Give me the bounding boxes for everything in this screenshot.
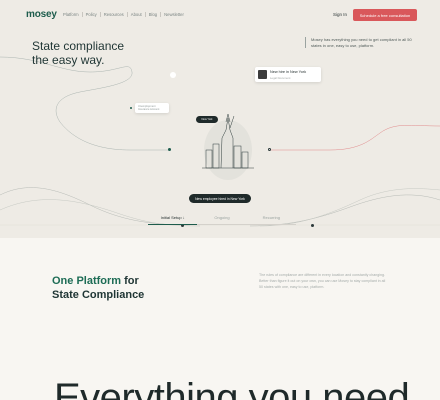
nav-link-blog[interactable]: Blog xyxy=(144,12,160,17)
big-heading: Everything you need xyxy=(54,376,410,400)
section-description: The rules of compliance are different in… xyxy=(259,273,386,289)
section-title: One Platform for State Compliance xyxy=(52,274,144,302)
location-tooltip: New York xyxy=(196,116,218,123)
path-dot-icon xyxy=(268,148,271,151)
headline-line-2: the easy way. xyxy=(32,53,105,67)
hero-section: mosey Platform Policy Resources About Bl… xyxy=(0,0,440,238)
tab-ongoing[interactable]: Ongoing xyxy=(197,213,247,225)
nav-link-about[interactable]: About xyxy=(126,12,145,17)
task-card: Unemployment Insurance Account xyxy=(135,103,169,113)
tab-label: Initial Setup xyxy=(160,215,182,220)
statue-illustration xyxy=(202,113,254,180)
tab-recurring[interactable]: Recurring xyxy=(246,213,296,225)
nav-link-resources[interactable]: Resources xyxy=(99,12,127,17)
nav-link-policy[interactable]: Policy xyxy=(81,12,100,17)
event-pill: New employee hired in New York xyxy=(189,194,251,203)
notification-subtitle: Legal Document xyxy=(270,76,291,80)
headline-line-1: State compliance xyxy=(32,39,125,53)
sign-in-link[interactable]: Sign In xyxy=(333,12,347,17)
path-dot-icon xyxy=(168,148,171,151)
section-title-line-2: State Compliance xyxy=(52,289,145,301)
nav-links: Platform Policy Resources About Blog New… xyxy=(60,12,187,17)
process-tabs: Initial Setup ↓ Ongoing Recurring xyxy=(148,213,296,225)
chevron-down-icon: ↓ xyxy=(182,215,185,220)
avatar xyxy=(258,70,267,79)
nav-link-platform[interactable]: Platform xyxy=(60,12,82,17)
section-title-accent: One Platform xyxy=(52,275,122,287)
task-card-text: Unemployment Insurance Account xyxy=(138,105,159,111)
top-nav: mosey Platform Policy Resources About Bl… xyxy=(0,0,440,30)
section-title-rest: for xyxy=(121,275,139,287)
nav-link-newsletter[interactable]: Newsletter xyxy=(160,12,187,17)
notification-card: New hire in New York Legal Document xyxy=(255,67,321,82)
path-dot-icon xyxy=(130,107,132,109)
timeline-dot-icon xyxy=(311,224,314,227)
schedule-consultation-button[interactable]: Schedule a free consultation xyxy=(353,9,417,21)
task-card-line-2: Insurance Account xyxy=(138,108,160,112)
highlight-dot-icon xyxy=(170,72,176,78)
hero-description: Mosey has everything you need to get com… xyxy=(305,37,415,48)
hero-headline: State compliance the easy way. xyxy=(32,39,124,67)
logo[interactable]: mosey xyxy=(26,9,57,20)
tab-initial-setup[interactable]: Initial Setup ↓ xyxy=(148,213,198,225)
notification-title: New hire in New York xyxy=(270,70,307,74)
